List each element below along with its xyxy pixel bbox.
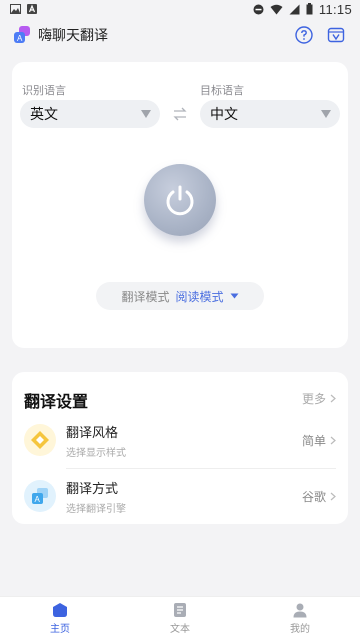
help-icon[interactable] bbox=[294, 25, 314, 45]
setting-value: 谷歌 bbox=[301, 489, 326, 504]
source-language-select[interactable]: 英文 bbox=[20, 100, 160, 128]
vip-icon[interactable] bbox=[326, 25, 346, 45]
chevron-right-icon bbox=[330, 394, 336, 403]
more-link[interactable]: 更多 bbox=[302, 390, 336, 407]
bottom-nav: 主页 文本 我的 bbox=[0, 596, 360, 640]
target-language-select[interactable]: 中文 bbox=[200, 100, 340, 128]
style-icon bbox=[24, 424, 56, 456]
app-notification-icon bbox=[27, 4, 37, 14]
profile-icon bbox=[293, 603, 307, 618]
app-bar: A 嗨聊天翻译 bbox=[0, 18, 360, 52]
app-logo-icon: A bbox=[12, 25, 32, 45]
nav-label: 我的 bbox=[290, 624, 310, 635]
dropdown-arrow-icon bbox=[321, 110, 331, 118]
source-language-value: 英文 bbox=[30, 107, 58, 123]
caret-down-icon bbox=[230, 293, 239, 299]
translate-engine-icon: A bbox=[24, 480, 56, 512]
setting-subtitle: 选择翻译引擎 bbox=[66, 503, 126, 515]
app-title: 嗨聊天翻译 bbox=[38, 28, 108, 44]
mode-label: 翻译模式 bbox=[121, 289, 170, 304]
power-icon bbox=[166, 185, 194, 216]
wifi-icon bbox=[270, 4, 283, 14]
svg-text:A: A bbox=[35, 495, 41, 504]
nav-label: 文本 bbox=[170, 624, 190, 635]
setting-row-engine[interactable]: A 翻译方式 选择翻译引擎 谷歌 bbox=[24, 472, 336, 520]
home-icon bbox=[53, 603, 67, 617]
battery-icon bbox=[306, 3, 313, 15]
setting-subtitle: 选择显示样式 bbox=[66, 447, 126, 459]
status-bar: 11:15 bbox=[0, 0, 360, 18]
document-icon bbox=[174, 603, 186, 617]
setting-row-style[interactable]: 翻译风格 选择显示样式 简单 bbox=[24, 416, 336, 464]
translation-mode-selector[interactable]: 翻译模式 阅读模式 bbox=[96, 282, 264, 310]
chevron-right-icon bbox=[330, 492, 336, 500]
setting-title: 翻译风格 bbox=[66, 425, 119, 441]
dnd-icon bbox=[253, 4, 264, 14]
signal-icon bbox=[289, 4, 300, 14]
divider bbox=[66, 468, 336, 469]
more-label: 更多 bbox=[301, 392, 326, 406]
setting-value: 简单 bbox=[301, 433, 326, 448]
gallery-notification-icon bbox=[10, 4, 21, 14]
target-language-value: 中文 bbox=[210, 107, 238, 123]
nav-item-home[interactable]: 主页 bbox=[0, 597, 120, 640]
status-time: 11:15 bbox=[318, 1, 352, 17]
target-language-label: 目标语言 bbox=[200, 84, 244, 97]
nav-label: 主页 bbox=[50, 624, 70, 635]
source-language-label: 识别语言 bbox=[22, 84, 66, 97]
nav-item-text[interactable]: 文本 bbox=[120, 597, 240, 640]
translation-card: 识别语言 英文 目标语言 中文 翻译模式 阅读模式 bbox=[12, 62, 348, 348]
nav-item-profile[interactable]: 我的 bbox=[240, 597, 360, 640]
mode-value: 阅读模式 bbox=[175, 289, 224, 304]
swap-languages-icon[interactable] bbox=[172, 106, 188, 122]
svg-text:A: A bbox=[17, 34, 23, 43]
setting-title: 翻译方式 bbox=[66, 481, 119, 497]
dropdown-arrow-icon bbox=[141, 110, 151, 118]
settings-card: 翻译设置 更多 翻译风格 选择显示样式 简单 A 翻译方式 选择翻译引擎 谷歌 bbox=[12, 372, 348, 524]
settings-title: 翻译设置 bbox=[24, 392, 89, 411]
chevron-right-icon bbox=[330, 436, 336, 444]
power-button[interactable] bbox=[144, 164, 216, 236]
